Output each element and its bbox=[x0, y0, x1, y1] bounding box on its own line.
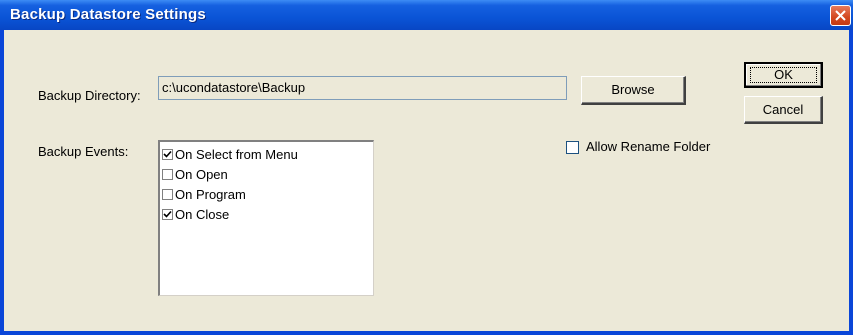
checkmark-icon bbox=[163, 211, 172, 218]
focus-indicator bbox=[750, 67, 817, 83]
backup-directory-label: Backup Directory: bbox=[38, 88, 141, 103]
backup-events-label: Backup Events: bbox=[38, 144, 129, 159]
cancel-button[interactable]: Cancel bbox=[744, 96, 823, 124]
title-bar[interactable]: Backup Datastore Settings bbox=[0, 0, 853, 30]
checkmark-icon bbox=[163, 151, 172, 158]
list-item-label: On Open bbox=[175, 167, 228, 182]
list-item-label: On Program bbox=[175, 187, 246, 202]
list-item-on-open[interactable]: On Open bbox=[162, 165, 228, 185]
list-item-on-select-from-menu[interactable]: On Select from Menu bbox=[162, 145, 298, 165]
allow-rename-checkbox[interactable] bbox=[566, 141, 579, 154]
dialog-client-area: Backup Directory: c:\ucondatastore\Backu… bbox=[4, 30, 849, 331]
list-item-on-program[interactable]: On Program bbox=[162, 185, 246, 205]
allow-rename-label: Allow Rename Folder bbox=[586, 139, 711, 154]
window-title: Backup Datastore Settings bbox=[10, 6, 206, 23]
checkbox-unchecked[interactable] bbox=[162, 169, 173, 181]
backup-events-list[interactable]: On Select from Menu On Open On Program O… bbox=[158, 140, 374, 296]
close-button[interactable] bbox=[830, 5, 851, 26]
backup-directory-field[interactable]: c:\ucondatastore\Backup bbox=[158, 76, 567, 100]
list-item-label: On Close bbox=[175, 207, 230, 222]
close-icon bbox=[835, 10, 846, 21]
browse-button[interactable]: Browse bbox=[581, 76, 686, 105]
list-item-on-close[interactable]: On Close bbox=[162, 205, 229, 225]
ok-button[interactable]: OK bbox=[744, 62, 823, 88]
dialog-window: Backup Datastore Settings Backup Directo… bbox=[0, 0, 853, 335]
checkbox-checked[interactable] bbox=[162, 209, 173, 221]
checkbox-unchecked[interactable] bbox=[162, 189, 173, 201]
list-item-label: On Select from Menu bbox=[175, 147, 298, 162]
checkbox-checked[interactable] bbox=[162, 149, 173, 161]
